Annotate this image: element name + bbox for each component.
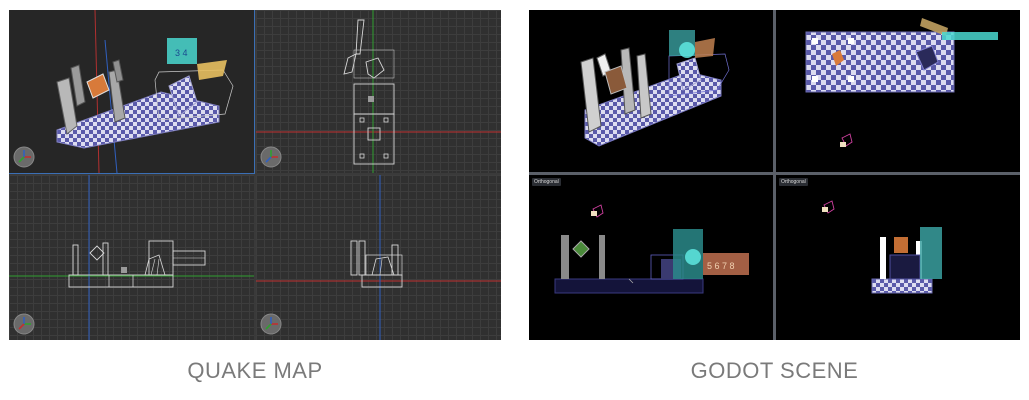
quake-map-caption: QUAKE MAP bbox=[187, 358, 323, 383]
orientation-gizmo[interactable] bbox=[260, 313, 282, 335]
pillar bbox=[561, 235, 569, 279]
camera-gizmo bbox=[840, 133, 853, 147]
wireframe-pillar bbox=[102, 242, 109, 276]
pillar bbox=[880, 237, 886, 279]
quake-3d-scene: 3 4 bbox=[56, 10, 234, 173]
quake-top-wireframe bbox=[256, 10, 501, 173]
godot-top-scene bbox=[805, 18, 998, 147]
number-texture-label: 3 4 bbox=[175, 48, 188, 58]
quake-side-wireframe bbox=[256, 175, 501, 340]
quake-front-wireframe bbox=[9, 175, 254, 340]
checker-floor bbox=[871, 278, 933, 294]
wireframe-pillar bbox=[358, 240, 366, 276]
checker-floor bbox=[554, 278, 704, 294]
ortho-label: Orthogonal bbox=[532, 178, 561, 186]
godot-viewport-perspective[interactable] bbox=[529, 10, 773, 172]
tilted-crate bbox=[86, 73, 110, 99]
number-texture-panel bbox=[942, 32, 998, 40]
ortho-label: Orthogonal bbox=[779, 178, 808, 186]
quake-map-editor: 3 4 bbox=[9, 10, 501, 340]
godot-viewport-top[interactable] bbox=[776, 10, 1020, 172]
wireframe-crate bbox=[365, 57, 385, 79]
quake-viewport-top[interactable] bbox=[256, 10, 501, 173]
glow-orb bbox=[685, 249, 701, 265]
godot-viewport-ortho-front[interactable]: Orthogonal 5 6 7 8 bbox=[529, 175, 773, 340]
checker-floor bbox=[584, 71, 722, 147]
glow-orb bbox=[679, 42, 695, 58]
tilted-crate bbox=[894, 237, 908, 253]
godot-scene-caption: GODOT SCENE bbox=[690, 358, 859, 383]
wireframe-pillar bbox=[72, 244, 79, 276]
orientation-gizmo[interactable] bbox=[260, 146, 282, 168]
wireframe-pillar bbox=[355, 19, 365, 55]
camera-gizmo bbox=[591, 204, 604, 218]
pillar bbox=[599, 235, 605, 279]
quake-viewport-3d[interactable]: 3 4 bbox=[9, 10, 255, 174]
camera-gizmo bbox=[822, 200, 835, 214]
side-texture-panel bbox=[197, 60, 227, 80]
wireframe-crate bbox=[89, 245, 105, 261]
quake-viewport-side[interactable] bbox=[256, 175, 501, 340]
wireframe-floor bbox=[68, 274, 174, 288]
godot-viewport-ortho-side[interactable]: Orthogonal bbox=[776, 175, 1020, 340]
side-texture-panel bbox=[695, 38, 715, 58]
wireframe-crate bbox=[371, 256, 395, 276]
orientation-gizmo[interactable] bbox=[13, 313, 35, 335]
tilted-crate bbox=[572, 240, 590, 258]
orientation-gizmo[interactable] bbox=[13, 146, 35, 168]
wireframe-pillar bbox=[350, 240, 358, 276]
wireframe-marker bbox=[368, 96, 374, 102]
godot-side-scene bbox=[822, 200, 942, 294]
godot-front-scene: 5 6 7 8 bbox=[554, 204, 749, 294]
number-texture-label: 5 6 7 8 bbox=[707, 261, 735, 271]
pillar bbox=[580, 57, 602, 133]
quake-viewport-front[interactable] bbox=[9, 175, 254, 340]
godot-scene-editor: Orthogonal 5 6 7 8 Orthogonal bbox=[529, 10, 1020, 340]
checker-block bbox=[889, 254, 921, 280]
godot-3d-scene bbox=[580, 30, 730, 147]
number-texture-panel bbox=[920, 227, 942, 279]
